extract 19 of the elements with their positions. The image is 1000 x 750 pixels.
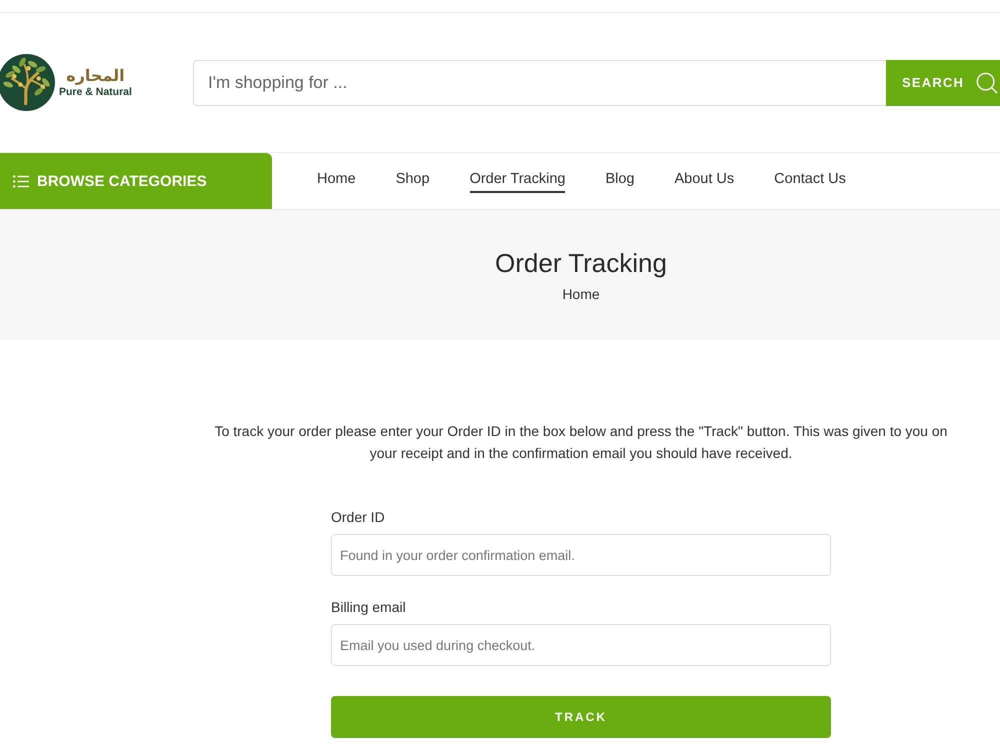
input-field[interactable]: Found in your order confirmation email. (331, 534, 831, 576)
nav-link[interactable]: Order Tracking (470, 169, 566, 193)
nav-link[interactable]: Contact Us (774, 169, 846, 193)
intro-text: To track your order please enter your Order ID in the box below and press the "Track" button. This was given to you on your receipt and in the confirmation email you should have received. (214, 422, 948, 463)
nav-link[interactable]: Blog (605, 169, 634, 193)
input-field[interactable]: Email you used during checkout. (331, 624, 831, 666)
nav-link[interactable]: Shop (396, 169, 430, 193)
list-icon (13, 174, 29, 188)
logo-tagline: Pure & Natural (59, 86, 132, 99)
nav-link[interactable]: Home (317, 169, 356, 193)
breadcrumb-link[interactable]: Home (562, 285, 600, 303)
page-title: Order Tracking (495, 247, 667, 279)
field-label: Order ID (331, 508, 385, 526)
search-field[interactable]: I'm shopping for ... (193, 60, 886, 106)
field-label: Billing email (331, 598, 406, 616)
logo-name: المحاره (66, 66, 125, 85)
tree-logo-icon (0, 54, 55, 111)
nav-link[interactable]: About Us (674, 169, 734, 193)
search-icon (976, 72, 998, 94)
